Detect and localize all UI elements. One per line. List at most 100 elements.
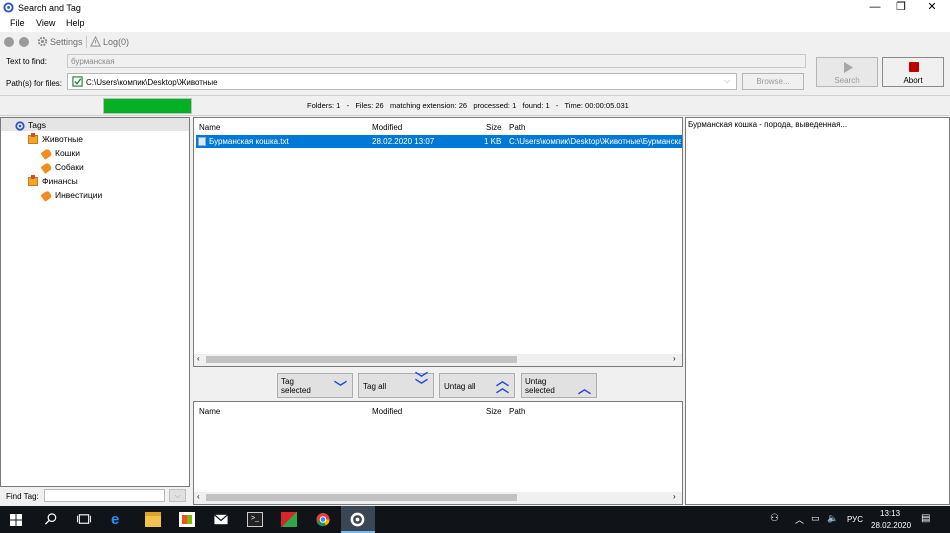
table-row[interactable]: Бурманская кошка.txt 28.02.2020 13:07 1 … bbox=[196, 135, 682, 148]
col-modified[interactable]: Modified bbox=[372, 123, 402, 132]
tree-item-animals[interactable]: Животные bbox=[28, 133, 83, 145]
untag-selected-label: Untag selected bbox=[525, 377, 555, 395]
tree-item-label: Животные bbox=[42, 134, 83, 144]
col-name[interactable]: Name bbox=[199, 123, 220, 132]
menu-help[interactable]: Help bbox=[66, 18, 85, 28]
find-tag-input[interactable] bbox=[44, 489, 165, 502]
row-modified: 28.02.2020 13:07 bbox=[372, 137, 435, 146]
mail-icon[interactable] bbox=[213, 512, 229, 527]
search-button[interactable]: Search bbox=[816, 57, 878, 87]
col-path[interactable]: Path bbox=[509, 123, 525, 132]
stop-icon bbox=[909, 62, 919, 72]
tree-item-cats[interactable]: Кошки bbox=[40, 147, 80, 160]
abort-button[interactable]: Abort bbox=[882, 57, 944, 87]
chevron-up-icon: ︿ bbox=[578, 381, 592, 396]
double-chevron-down-icon: ﹀ ﹀ bbox=[415, 371, 429, 393]
tree-item-finance[interactable]: Финансы bbox=[28, 175, 78, 187]
row-size: 1 KB bbox=[484, 137, 502, 146]
toolbar-divider bbox=[86, 36, 87, 48]
lower-h-scrollbar[interactable]: ‹ › bbox=[194, 492, 682, 504]
find-tag-label: Find Tag: bbox=[6, 492, 39, 501]
windows-start-icon[interactable] bbox=[10, 514, 22, 526]
progress-bar bbox=[103, 98, 192, 114]
forward-icon[interactable] bbox=[19, 37, 29, 47]
volume-icon[interactable]: 🔈 bbox=[827, 513, 838, 524]
tag-all-label: Tag all bbox=[363, 382, 387, 391]
tag-selected-button[interactable]: Tag selected ﹀ bbox=[277, 373, 353, 398]
tree-item-label: Финансы bbox=[42, 176, 78, 186]
window-title: Search and Tag bbox=[18, 3, 81, 13]
tag-tree-panel: Tags Животные Кошки Собаки Финансы Инвес… bbox=[0, 117, 190, 487]
terminal-icon[interactable]: >_ bbox=[247, 512, 263, 527]
text-to-find-input[interactable]: бурманская bbox=[67, 54, 806, 68]
close-button[interactable]: ✕ bbox=[915, 0, 949, 16]
chevron-up-icon[interactable]: ︿ bbox=[795, 513, 804, 526]
col-size[interactable]: Size bbox=[486, 123, 502, 132]
abort-label: Abort bbox=[903, 76, 923, 85]
path-label: Path(s) for files: bbox=[6, 79, 63, 88]
preview-panel: Бурманская кошка - порода, выведенная... bbox=[685, 117, 950, 505]
restore-button[interactable]: ❐ bbox=[884, 0, 918, 16]
untag-all-button[interactable]: Untag all ︿ ︿ bbox=[439, 373, 515, 398]
menu-view[interactable]: View bbox=[36, 18, 55, 28]
tree-root-label: Tags bbox=[28, 120, 46, 130]
chevron-down-icon[interactable]: ⌵ bbox=[724, 76, 730, 86]
double-chevron-up-icon: ︿ ︿ bbox=[496, 373, 510, 395]
edge-icon[interactable]: e bbox=[111, 512, 127, 527]
text-file-icon bbox=[198, 137, 206, 146]
status-bar: Folders: 1 - Files: 26 matching extensio… bbox=[0, 95, 950, 116]
path-combobox[interactable]: C:\Users\компик\Desktop\Животные ⌵ bbox=[67, 73, 737, 90]
tag-folder-icon bbox=[28, 133, 38, 145]
col-name[interactable]: Name bbox=[199, 407, 220, 416]
tag-folder-icon bbox=[28, 175, 38, 187]
tree-item-dogs[interactable]: Собаки bbox=[40, 161, 84, 174]
clock-time[interactable]: 13:13 bbox=[880, 509, 900, 518]
scroll-right-icon[interactable]: › bbox=[673, 492, 676, 501]
settings-button[interactable]: Settings bbox=[50, 37, 83, 47]
scroll-left-icon[interactable]: ‹ bbox=[197, 354, 200, 363]
store-icon[interactable] bbox=[179, 512, 195, 527]
tree-item-label: Собаки bbox=[55, 162, 84, 172]
warning-icon bbox=[90, 36, 101, 47]
tag-icon bbox=[40, 161, 53, 174]
scroll-left-icon[interactable]: ‹ bbox=[197, 492, 200, 501]
tag-all-button[interactable]: Tag all ﹀ ﹀ bbox=[358, 371, 434, 398]
chrome-icon[interactable] bbox=[315, 512, 331, 527]
gear-icon bbox=[37, 36, 48, 47]
tree-item-label: Кошки bbox=[55, 148, 80, 158]
tree-root[interactable]: Tags bbox=[15, 120, 46, 131]
progress-fill bbox=[104, 99, 191, 113]
menu-bar: File View Help bbox=[0, 16, 950, 32]
search-icon[interactable] bbox=[43, 512, 59, 527]
untag-all-label: Untag all bbox=[444, 382, 476, 391]
app-icon-red-green[interactable] bbox=[281, 512, 297, 527]
results-h-scrollbar[interactable]: ‹ › bbox=[194, 354, 682, 366]
tag-icon bbox=[40, 189, 53, 202]
untag-selected-button[interactable]: Untag selected ︿ bbox=[521, 373, 597, 398]
tree-item-investments[interactable]: Инвестиции bbox=[40, 189, 102, 202]
scroll-thumb[interactable] bbox=[206, 494, 517, 501]
clock-date[interactable]: 28.02.2020 bbox=[871, 521, 911, 530]
task-view-icon[interactable] bbox=[76, 512, 92, 527]
people-icon[interactable]: ⚇ bbox=[770, 513, 779, 524]
col-path[interactable]: Path bbox=[509, 407, 525, 416]
find-tag-dropdown-icon[interactable]: ⌵ bbox=[169, 489, 186, 502]
network-icon[interactable]: ▭ bbox=[811, 513, 820, 524]
menu-file[interactable]: File bbox=[10, 18, 25, 28]
file-explorer-icon[interactable] bbox=[145, 512, 161, 527]
back-icon[interactable] bbox=[4, 37, 14, 47]
path-value: C:\Users\компик\Desktop\Животные bbox=[86, 78, 218, 87]
language-indicator[interactable]: РУС bbox=[847, 515, 863, 524]
browse-button[interactable]: Browse... bbox=[742, 73, 804, 90]
scroll-thumb[interactable] bbox=[206, 356, 517, 363]
search-and-tag-taskbar-icon bbox=[350, 512, 365, 527]
preview-text: Бурманская кошка - порода, выведенная... bbox=[688, 120, 848, 129]
tag-icon bbox=[40, 147, 53, 160]
scroll-right-icon[interactable]: › bbox=[673, 354, 676, 363]
active-app-tile[interactable] bbox=[341, 506, 375, 533]
status-text: Folders: 1 - Files: 26 matching extensio… bbox=[307, 101, 629, 110]
log-button[interactable]: Log(0) bbox=[103, 37, 129, 47]
notifications-icon[interactable]: ▤ bbox=[921, 513, 930, 524]
col-modified[interactable]: Modified bbox=[372, 407, 402, 416]
col-size[interactable]: Size bbox=[486, 407, 502, 416]
